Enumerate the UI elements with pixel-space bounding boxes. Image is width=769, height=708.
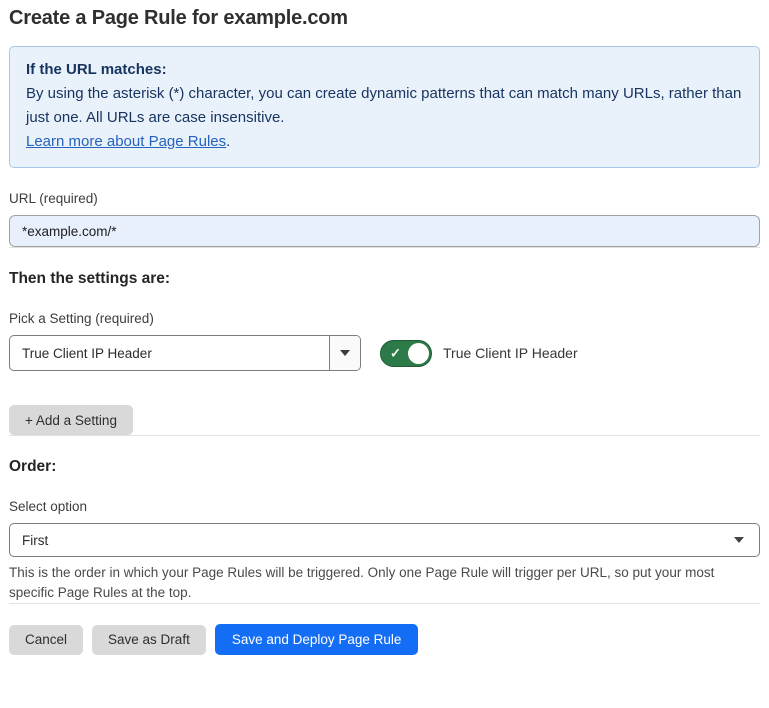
divider [9, 603, 760, 604]
setting-select-arrow-button[interactable] [329, 336, 360, 370]
order-select-label: Select option [9, 499, 760, 514]
page-rule-form: Create a Page Rule for example.com If th… [0, 0, 769, 655]
chevron-down-icon [734, 537, 744, 543]
order-select-value: First [10, 524, 734, 556]
setting-select[interactable]: True Client IP Header [9, 335, 361, 371]
add-setting-button[interactable]: + Add a Setting [9, 405, 133, 435]
order-help-text: This is the order in which your Page Rul… [9, 563, 749, 603]
page-title: Create a Page Rule for example.com [9, 0, 760, 30]
toggle-label: True Client IP Header [443, 345, 578, 361]
link-suffix: . [226, 133, 230, 150]
info-box-link-line: Learn more about Page Rules. [26, 130, 743, 154]
divider [9, 247, 760, 248]
chevron-down-icon [340, 350, 350, 356]
setting-toggle[interactable]: ✓ [380, 340, 432, 367]
setting-row: True Client IP Header ✓ True Client IP H… [9, 335, 760, 371]
order-select-caret [734, 524, 759, 556]
divider [9, 435, 760, 436]
toggle-knob [408, 343, 429, 364]
save-draft-button[interactable]: Save as Draft [92, 625, 206, 655]
pick-setting-label: Pick a Setting (required) [9, 311, 760, 326]
url-input[interactable] [9, 215, 760, 247]
url-match-info-box: If the URL matches: By using the asteris… [9, 46, 760, 168]
cancel-button[interactable]: Cancel [9, 625, 83, 655]
save-deploy-button[interactable]: Save and Deploy Page Rule [215, 624, 419, 655]
order-heading: Order: [9, 458, 760, 476]
info-box-heading: If the URL matches: [26, 58, 743, 82]
check-icon: ✓ [390, 347, 401, 360]
learn-more-link[interactable]: Learn more about Page Rules [26, 133, 226, 150]
order-select[interactable]: First [9, 523, 760, 557]
setting-select-value: True Client IP Header [10, 336, 329, 370]
form-actions: Cancel Save as Draft Save and Deploy Pag… [9, 624, 760, 655]
settings-heading: Then the settings are: [9, 270, 760, 288]
info-box-body: By using the asterisk (*) character, you… [26, 82, 743, 130]
url-label: URL (required) [9, 191, 760, 206]
